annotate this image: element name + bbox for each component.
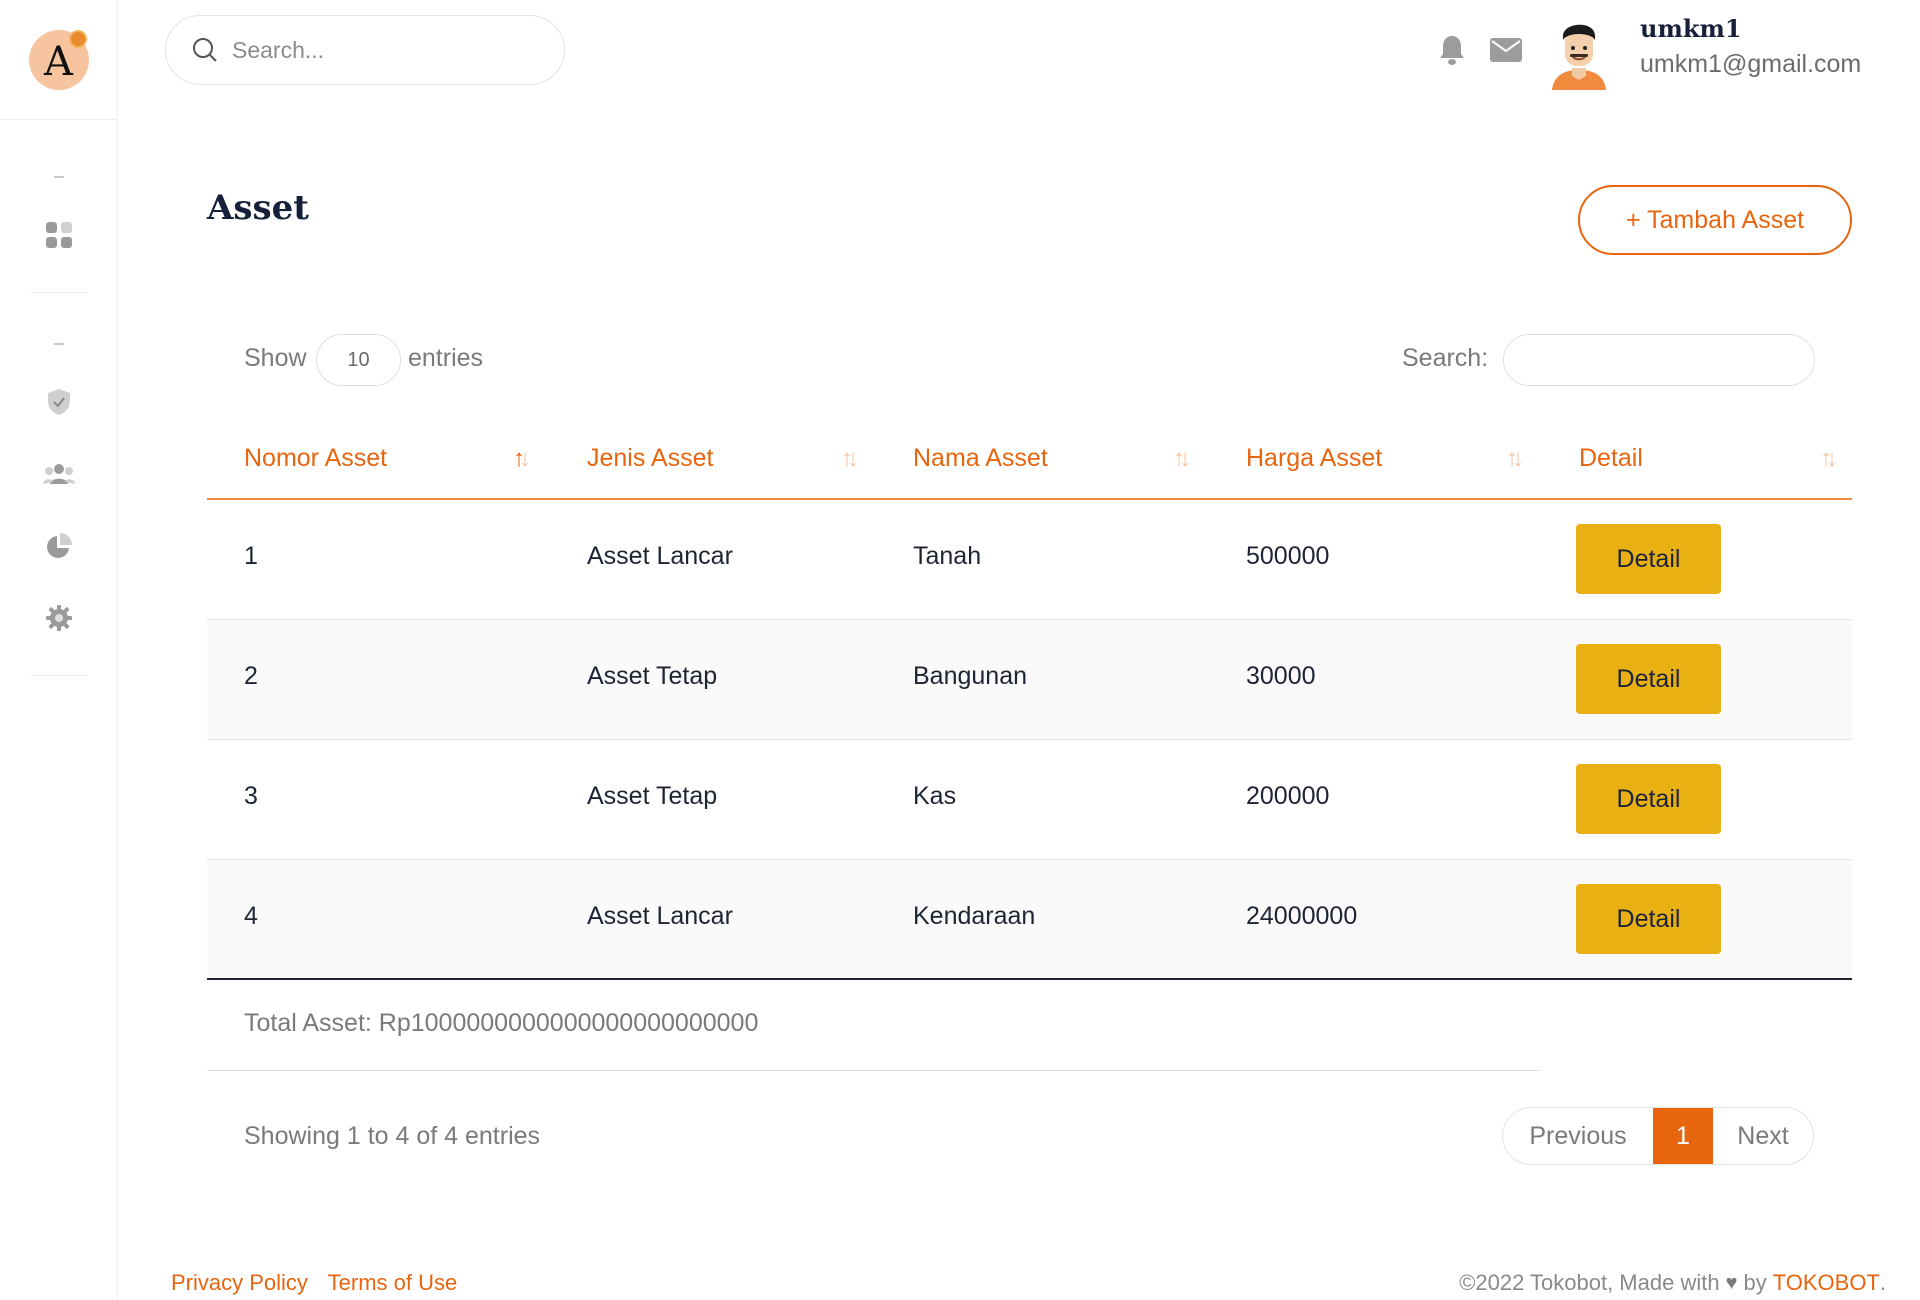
cell-nama: Kendaraan (913, 902, 1036, 930)
column-header-nama-asset[interactable]: Nama Asset (913, 444, 1048, 473)
page-title: Asset (207, 188, 309, 228)
column-header-nomor-asset[interactable]: Nomor Asset (244, 444, 387, 473)
sidebar-divider (53, 176, 64, 178)
table-row: 2 Asset Tetap Bangunan 30000 Detail (207, 620, 1852, 740)
cell-jenis: Asset Tetap (587, 662, 718, 690)
page-1-button[interactable]: 1 (1653, 1108, 1713, 1164)
terms-of-use-link[interactable]: Terms of Use (328, 1270, 458, 1295)
column-header-detail[interactable]: Detail (1579, 444, 1643, 473)
divider (207, 1070, 1540, 1071)
sort-icon[interactable]: ↑↓ (841, 445, 859, 473)
cell-harga: 30000 (1246, 662, 1316, 690)
cell-nama: Kas (913, 782, 957, 810)
bell-icon[interactable] (1435, 33, 1469, 67)
column-header-jenis-asset[interactable]: Jenis Asset (587, 444, 713, 473)
sort-icon[interactable]: ↑↓ (1506, 445, 1524, 473)
cell-harga: 500000 (1246, 542, 1330, 570)
sidebar-divider (53, 343, 64, 345)
avatar[interactable] (1546, 16, 1612, 90)
table-row: 3 Asset Tetap Kas 200000 Detail (207, 740, 1852, 860)
cell-nomor: 2 (244, 662, 258, 690)
global-search[interactable] (165, 15, 565, 85)
sort-icon[interactable]: ↑↓ (513, 445, 531, 473)
detail-button[interactable]: Detail (1576, 764, 1721, 834)
previous-button[interactable]: Previous (1503, 1108, 1653, 1164)
next-button[interactable]: Next (1713, 1108, 1813, 1164)
copyright-text: ©2022 Tokobot, Made with (1459, 1270, 1720, 1295)
add-asset-button[interactable]: + Tambah Asset (1578, 185, 1852, 255)
cell-nama: Tanah (913, 542, 982, 570)
sidebar-separator (30, 292, 87, 293)
gear-icon[interactable] (42, 601, 76, 635)
sidebar-brand: A (0, 0, 117, 120)
brand-logo[interactable]: A (28, 29, 89, 90)
logo-badge-icon (68, 29, 87, 48)
footer-links: Privacy Policy Terms of Use (171, 1270, 471, 1296)
logo-letter: A (44, 38, 73, 85)
cell-nomor: 1 (244, 542, 258, 570)
total-asset: Total Asset: Rp1000000000000000000000000 (244, 1009, 759, 1037)
table-row: 1 Asset Lancar Tanah 500000 Detail (207, 500, 1852, 620)
column-header-harga-asset[interactable]: Harga Asset (1246, 444, 1382, 473)
user-email: umkm1@gmail.com (1640, 50, 1862, 78)
showing-entries: Showing 1 to 4 of 4 entries (244, 1122, 541, 1150)
search-input[interactable] (232, 36, 532, 64)
detail-button[interactable]: Detail (1576, 884, 1721, 954)
shield-check-icon[interactable] (42, 385, 76, 419)
mail-icon[interactable] (1487, 33, 1525, 67)
table-search-input[interactable] (1503, 334, 1815, 386)
sort-icon[interactable]: ↑↓ (1173, 445, 1191, 473)
show-label: Show (244, 344, 307, 372)
footer-credit: ©2022 Tokobot, Made with ♥ by TOKOBOT. (1459, 1270, 1886, 1296)
table-header: Nomor Asset ↑↓ Jenis Asset ↑↓ Nama Asset… (207, 425, 1852, 500)
detail-button[interactable]: Detail (1576, 524, 1721, 594)
privacy-policy-link[interactable]: Privacy Policy (171, 1270, 308, 1295)
cell-nama: Bangunan (913, 662, 1028, 690)
sidebar-separator (30, 675, 87, 676)
users-icon[interactable] (42, 457, 76, 491)
cell-harga: 200000 (1246, 782, 1330, 810)
footer-period: . (1879, 1270, 1886, 1295)
heart-icon: ♥ (1725, 1271, 1738, 1294)
cell-jenis: Asset Lancar (587, 902, 733, 930)
entries-label: entries (408, 344, 484, 372)
sidebar: A (0, 0, 118, 1300)
table-search-label: Search: (1402, 344, 1489, 372)
cell-nomor: 4 (244, 902, 258, 930)
search-icon (193, 38, 217, 62)
user-name[interactable]: umkm1 (1640, 14, 1742, 43)
asset-table: Nomor Asset ↑↓ Jenis Asset ↑↓ Nama Asset… (207, 425, 1852, 980)
table-row: 4 Asset Lancar Kendaraan 24000000 Detail (207, 860, 1852, 980)
pagination: Previous 1 Next (1502, 1107, 1814, 1165)
cell-harga: 24000000 (1246, 902, 1358, 930)
by-text: by (1743, 1270, 1767, 1295)
cell-jenis: Asset Tetap (587, 782, 718, 810)
cell-jenis: Asset Lancar (587, 542, 733, 570)
entries-select[interactable]: 10 (316, 334, 401, 386)
detail-button[interactable]: Detail (1576, 644, 1721, 714)
sort-icon[interactable]: ↑↓ (1820, 445, 1838, 473)
tokobot-link[interactable]: TOKOBOT (1773, 1270, 1880, 1296)
cell-nomor: 3 (244, 782, 258, 810)
pie-chart-icon[interactable] (42, 529, 76, 563)
dashboard-icon[interactable] (42, 218, 76, 252)
